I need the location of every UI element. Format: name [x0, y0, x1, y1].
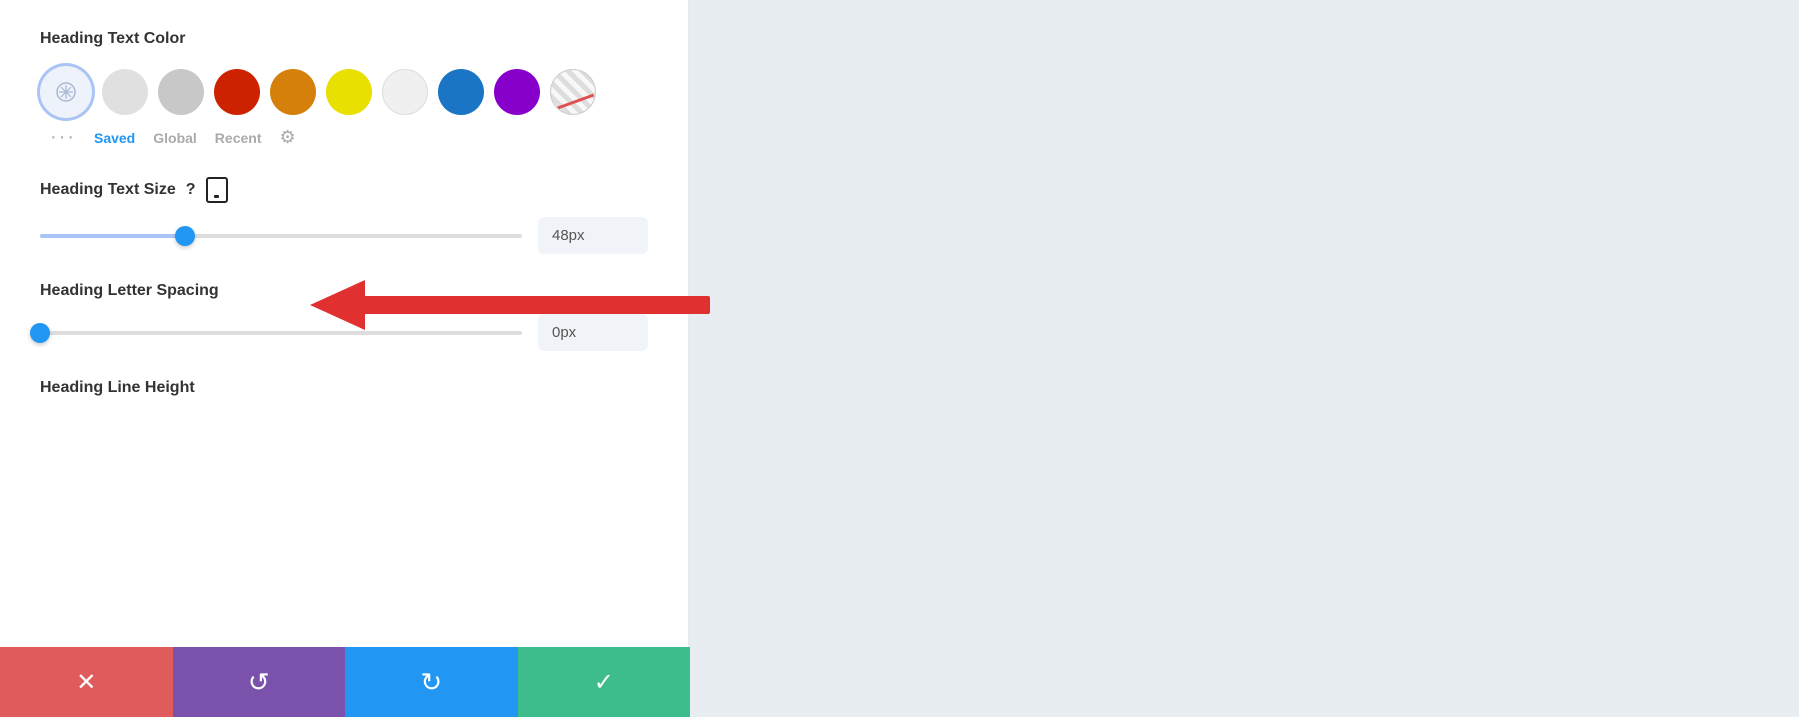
cancel-button[interactable]: ✕: [0, 647, 173, 717]
mobile-device-icon[interactable]: [206, 177, 228, 203]
heading-line-height-header: Heading Line Height: [40, 379, 648, 397]
heading-letter-spacing-header: Heading Letter Spacing: [40, 282, 648, 300]
swatch-red[interactable]: [214, 69, 260, 115]
text-size-slider[interactable]: [40, 234, 522, 238]
swatch-blue[interactable]: [438, 69, 484, 115]
heading-line-height-label: Heading Line Height: [40, 379, 195, 397]
redo-icon: ↻: [420, 667, 442, 698]
compass-icon: [54, 80, 78, 104]
tab-recent[interactable]: Recent: [215, 130, 262, 146]
settings-gear-icon[interactable]: ⚙: [279, 127, 295, 148]
swatch-gray[interactable]: [158, 69, 204, 115]
main-canvas-area: [690, 0, 1799, 717]
heading-letter-spacing-section: Heading Letter Spacing: [40, 282, 648, 351]
help-icon[interactable]: ?: [186, 181, 196, 199]
swatch-white[interactable]: [382, 69, 428, 115]
slider-fill: [40, 234, 185, 238]
letter-spacing-slider[interactable]: [40, 331, 522, 335]
heading-text-size-label: Heading Text Size: [40, 181, 176, 199]
swatch-none[interactable]: [550, 69, 596, 115]
save-button[interactable]: ✓: [518, 647, 691, 717]
heading-text-color-label: Heading Text Color: [40, 30, 648, 48]
heading-text-size-header: Heading Text Size ?: [40, 177, 648, 203]
undo-button[interactable]: ↺: [173, 647, 346, 717]
bottom-toolbar: ✕ ↺ ↻ ✓: [0, 647, 690, 717]
more-dots[interactable]: ···: [50, 126, 76, 149]
settings-panel: Heading Text Color: [0, 0, 690, 717]
swatch-orange[interactable]: [270, 69, 316, 115]
heading-letter-spacing-label: Heading Letter Spacing: [40, 282, 219, 300]
swatch-active[interactable]: [40, 66, 92, 118]
letter-spacing-slider-row: [40, 314, 648, 351]
undo-icon: ↺: [248, 667, 270, 698]
slider-thumb[interactable]: [175, 226, 195, 246]
text-size-input[interactable]: [538, 217, 648, 254]
slider-track: [40, 234, 522, 238]
color-tabs-row: ··· Saved Global Recent ⚙: [40, 126, 648, 149]
text-size-slider-row: [40, 217, 648, 254]
swatch-light-gray[interactable]: [102, 69, 148, 115]
tab-saved[interactable]: Saved: [94, 130, 135, 146]
slider-track-ls: [40, 331, 522, 335]
color-swatches-row: [40, 66, 648, 118]
swatch-yellow[interactable]: [326, 69, 372, 115]
letter-spacing-input[interactable]: [538, 314, 648, 351]
heading-line-height-section: Heading Line Height: [40, 379, 648, 397]
swatch-purple[interactable]: [494, 69, 540, 115]
tab-global[interactable]: Global: [153, 130, 197, 146]
redo-button[interactable]: ↻: [345, 647, 518, 717]
slider-thumb-ls[interactable]: [30, 323, 50, 343]
heading-text-size-section: Heading Text Size ?: [40, 177, 648, 254]
